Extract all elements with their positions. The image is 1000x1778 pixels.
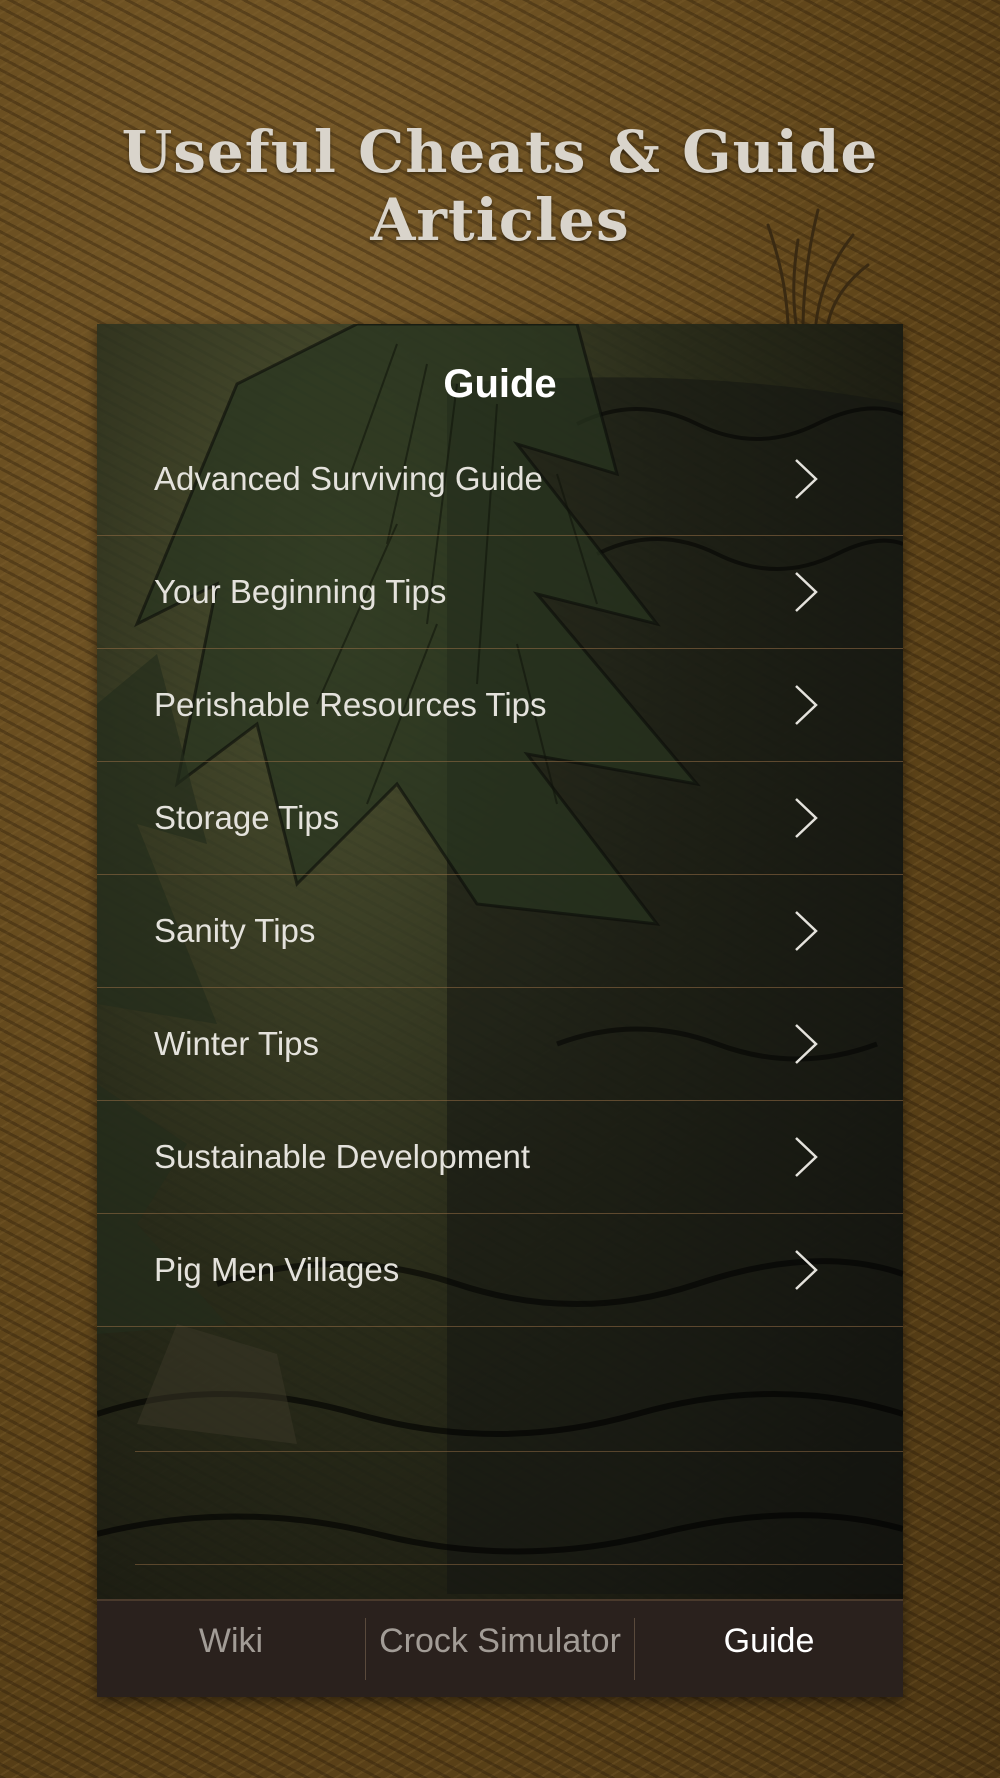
chevron-right-icon <box>795 1024 818 1064</box>
guide-row[interactable]: Sustainable Development <box>97 1101 903 1214</box>
guide-row-label: Pig Men Villages <box>154 1251 400 1288</box>
chevron-right-icon <box>795 459 818 499</box>
empty-row-separator <box>135 1564 903 1565</box>
guide-row[interactable]: Sanity Tips <box>97 875 903 988</box>
guide-row[interactable]: Storage Tips <box>97 762 903 875</box>
guide-row-label: Perishable Resources Tips <box>154 686 547 723</box>
chevron-right-icon <box>795 911 818 951</box>
grass-tuft-decoration <box>766 208 870 325</box>
chevron-right-icon <box>795 685 818 725</box>
guide-row[interactable]: Pig Men Villages <box>97 1214 903 1327</box>
empty-row-separator <box>135 1451 903 1452</box>
chevron-right-icon <box>795 1137 818 1177</box>
chevron-right-icon <box>795 1250 818 1290</box>
guide-row[interactable]: Your Beginning Tips <box>97 536 903 649</box>
guide-row-label: Sanity Tips <box>154 912 316 949</box>
chevron-right-icon <box>795 572 818 612</box>
app-screen: Guide Advanced Surviving Guide Your Begi… <box>97 324 903 1697</box>
guide-row-label: Sustainable Development <box>154 1138 531 1175</box>
guide-row-label: Your Beginning Tips <box>154 573 447 610</box>
tab-bar: Wiki Crock Simulator Guide <box>97 1599 903 1697</box>
tab-wiki[interactable]: Wiki <box>97 1601 365 1697</box>
guide-row-label: Advanced Surviving Guide <box>154 460 543 497</box>
guide-row[interactable]: Advanced Surviving Guide <box>97 423 903 536</box>
tab-guide[interactable]: Guide <box>635 1601 903 1697</box>
chevron-right-icon <box>795 798 818 838</box>
guide-row[interactable]: Winter Tips <box>97 988 903 1101</box>
guide-row-label: Storage Tips <box>154 799 340 836</box>
guide-row[interactable]: Perishable Resources Tips <box>97 649 903 762</box>
tab-crock-simulator[interactable]: Crock Simulator <box>366 1601 634 1697</box>
navbar-title: Guide <box>443 362 557 406</box>
guide-row-label: Winter Tips <box>154 1025 320 1062</box>
